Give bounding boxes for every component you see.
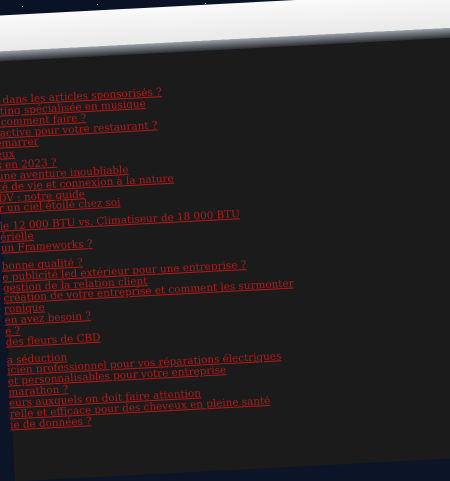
article-link-list: e dans les articles sponsorisés ? eting s…: [0, 79, 300, 431]
browser-window: e dans les articles sponsorisés ? eting s…: [0, 0, 450, 481]
article-link[interactable]: ie de données ?: [10, 415, 92, 431]
page-content: e dans les articles sponsorisés ? eting s…: [0, 36, 450, 481]
